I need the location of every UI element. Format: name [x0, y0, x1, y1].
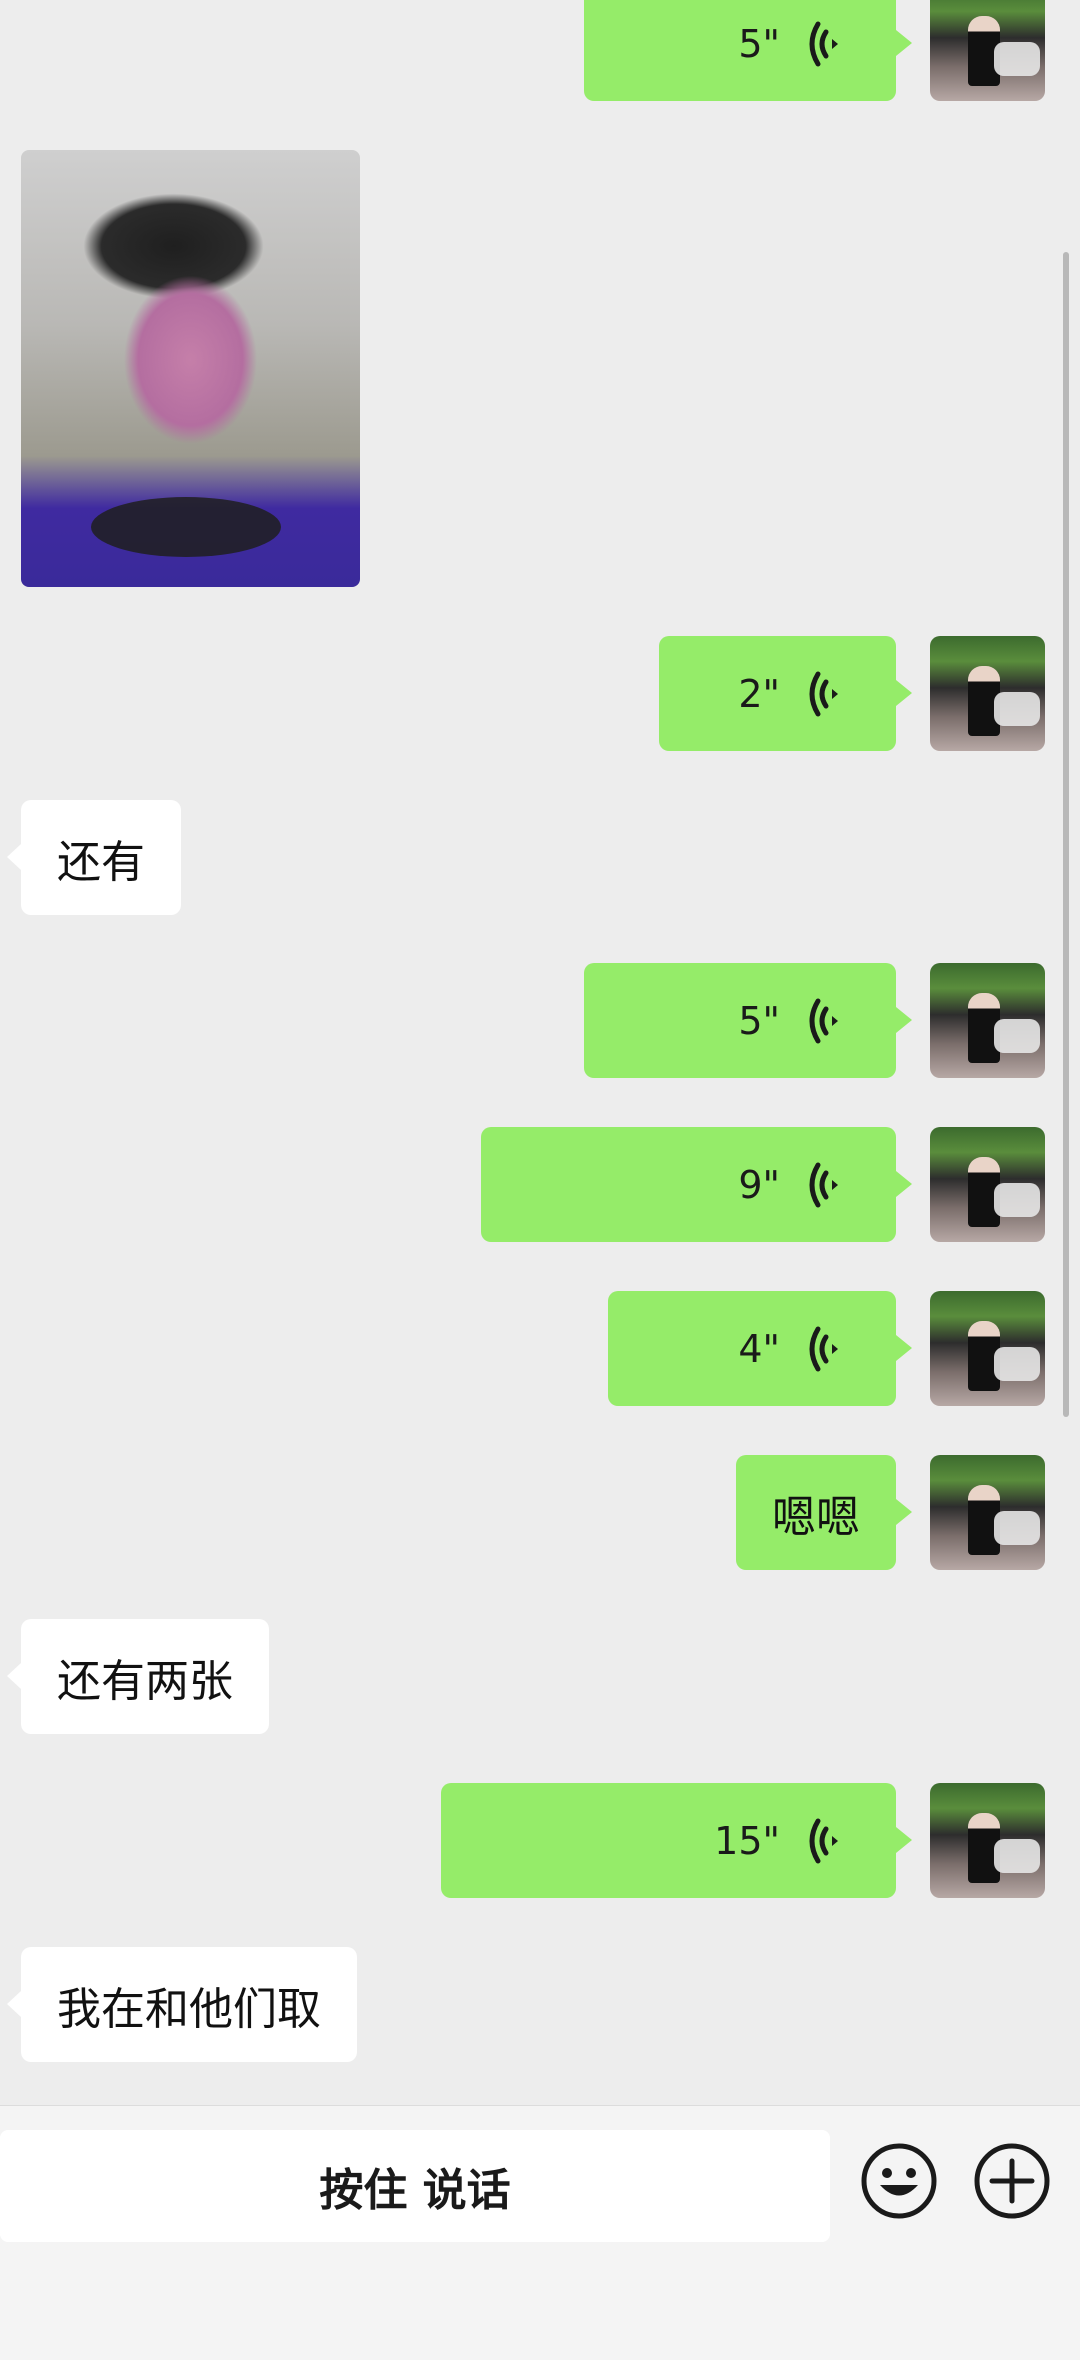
- received-text-message[interactable]: 还有: [7, 800, 181, 915]
- input-bar: 按住 说话: [0, 2105, 1080, 2360]
- my-avatar[interactable]: [930, 1127, 1045, 1242]
- scrollbar[interactable]: [1063, 252, 1069, 1417]
- voice-duration: 5": [738, 21, 780, 66]
- message-text: 嗯嗯: [772, 1491, 860, 1543]
- sent-text-message[interactable]: 嗯嗯: [736, 1455, 912, 1570]
- voice-message[interactable]: 4": [608, 1291, 912, 1406]
- received-image[interactable]: [21, 150, 360, 587]
- voice-wave-icon: [809, 671, 838, 716]
- voice-wave-icon: [809, 1818, 838, 1863]
- my-avatar[interactable]: [930, 1783, 1045, 1898]
- emoji-icon[interactable]: [860, 2142, 938, 2220]
- message-text: 还有: [57, 836, 145, 888]
- voice-wave-icon: [809, 998, 838, 1043]
- voice-duration: 2": [738, 671, 780, 716]
- voice-duration: 5": [738, 998, 780, 1043]
- my-avatar[interactable]: [930, 1455, 1045, 1570]
- voice-duration: 4": [738, 1326, 780, 1371]
- plus-icon[interactable]: [973, 2142, 1051, 2220]
- received-text-message[interactable]: 我在和他们取: [7, 1947, 357, 2062]
- voice-message[interactable]: 5": [584, 0, 912, 101]
- my-avatar[interactable]: [930, 963, 1045, 1078]
- my-avatar[interactable]: [930, 636, 1045, 751]
- voice-duration: 9": [738, 1162, 780, 1207]
- hold-to-talk-button[interactable]: 按住 说话: [0, 2130, 830, 2242]
- voice-message[interactable]: 5": [584, 963, 912, 1078]
- my-avatar[interactable]: [930, 1291, 1045, 1406]
- message-text: 还有两张: [57, 1655, 233, 1707]
- voice-wave-icon: [809, 21, 838, 66]
- voice-message[interactable]: 15": [441, 1783, 912, 1898]
- my-avatar[interactable]: [930, 0, 1045, 101]
- voice-message[interactable]: 9": [481, 1127, 912, 1242]
- voice-wave-icon: [809, 1326, 838, 1371]
- voice-duration: 15": [714, 1818, 780, 1863]
- voice-message[interactable]: 2": [659, 636, 912, 751]
- message-text: 我在和他们取: [57, 1983, 321, 2035]
- received-text-message[interactable]: 还有两张: [7, 1619, 269, 1734]
- voice-wave-icon: [809, 1162, 838, 1207]
- chat-area[interactable]: 5" 2" 还有 5" 9" 4" 嗯嗯 还有两张 15" 我在和他们取: [0, 0, 1080, 2105]
